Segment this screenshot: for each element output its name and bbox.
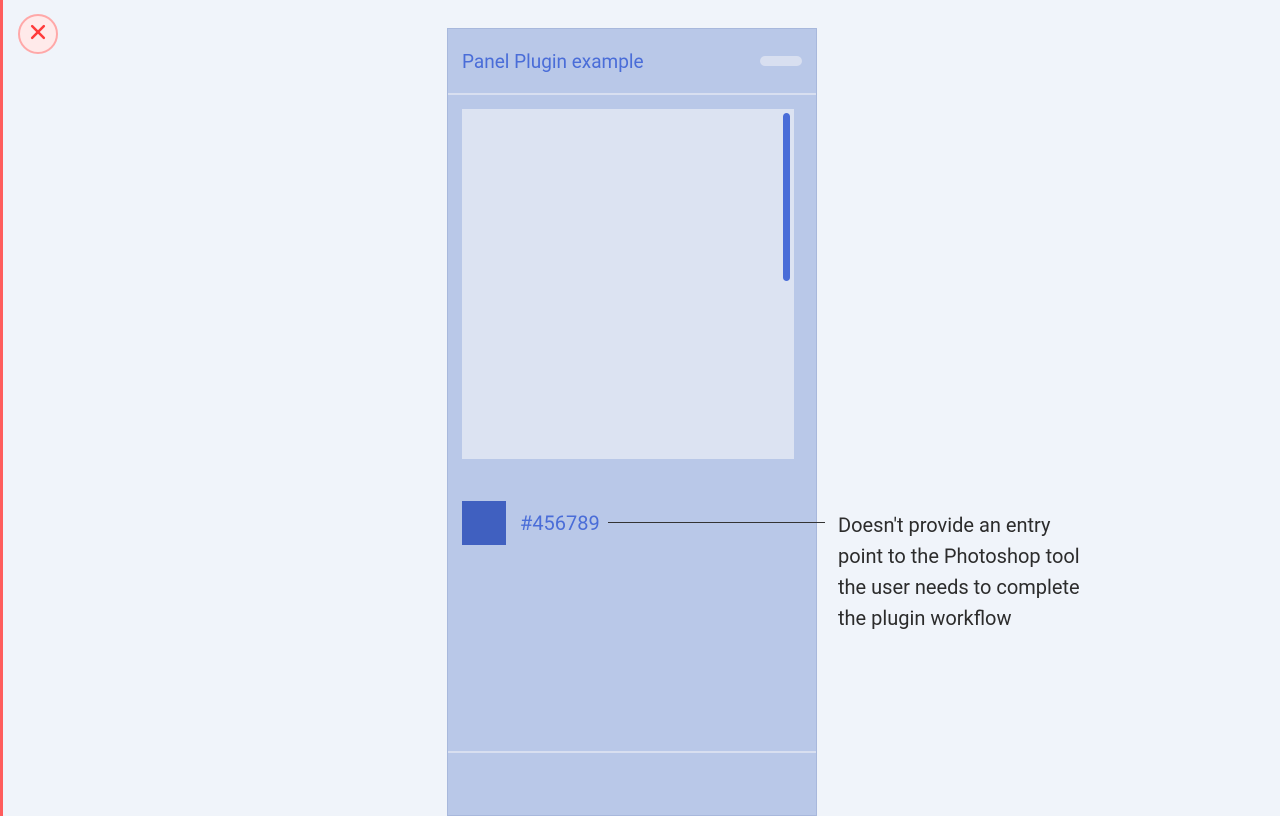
panel-header: Panel Plugin example [448,29,816,95]
error-indicator-border [0,0,3,816]
annotation-text: Doesn't provide an entry point to the Ph… [838,510,1098,634]
panel-menu-icon[interactable] [760,56,802,66]
plugin-panel: Panel Plugin example #456789 [447,28,817,816]
panel-footer [448,751,816,815]
panel-body: #456789 [448,95,816,749]
x-icon [28,22,48,46]
scrollbar-thumb[interactable] [783,113,790,281]
color-value-label: #456789 [520,511,600,535]
panel-title: Panel Plugin example [462,50,644,73]
dont-badge [18,14,58,54]
annotation-connector-line [608,522,825,523]
preview-area [462,109,794,459]
color-swatch[interactable] [462,501,506,545]
color-row: #456789 [462,501,802,545]
